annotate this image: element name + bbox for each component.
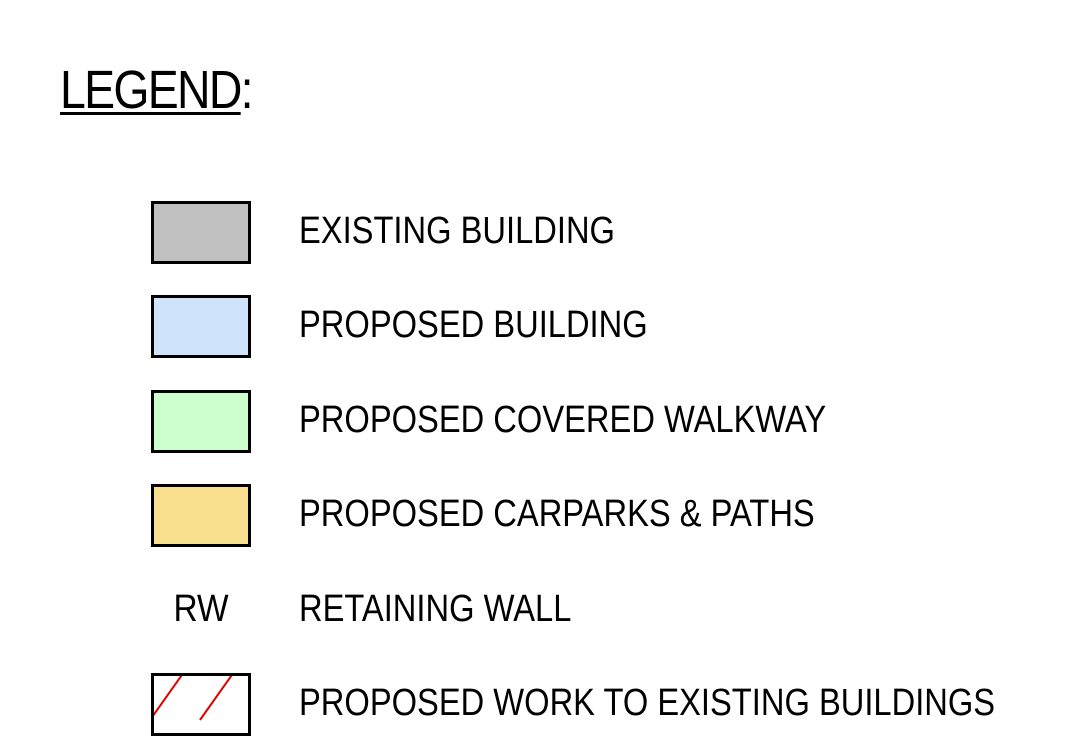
- legend-item-label: PROPOSED COVERED WALKWAY: [299, 399, 827, 441]
- legend-title-text: LEGEND: [60, 60, 242, 120]
- retaining-wall-code: RW: [173, 588, 229, 630]
- legend-item-proposed-carparks-paths: PROPOSED CARPARKS & PATHS: [0, 484, 1073, 547]
- legend-item-proposed-building: PROPOSED BUILDING: [0, 295, 1073, 358]
- legend-item-retaining-wall: RW RETAINING WALL: [0, 579, 1073, 641]
- hatch-line: [154, 676, 183, 717]
- legend-item-existing-building: EXISTING BUILDING: [0, 201, 1073, 264]
- gray-swatch-icon: [151, 201, 251, 264]
- legend-item-proposed-covered-walkway: PROPOSED COVERED WALKWAY: [0, 390, 1073, 453]
- legend-item-label: RETAINING WALL: [299, 588, 572, 630]
- red-hatch-swatch-icon: [151, 673, 251, 736]
- blue-swatch-icon: [151, 295, 251, 358]
- hatch-pattern: [154, 676, 233, 721]
- legend-title-colon: :: [240, 60, 254, 120]
- legend-title: LEGEND:: [60, 58, 254, 122]
- hatch-line: [199, 676, 233, 721]
- legend-item-label: PROPOSED WORK TO EXISTING BUILDINGS: [299, 682, 996, 724]
- legend-item-label: PROPOSED CARPARKS & PATHS: [299, 493, 815, 535]
- legend-item-label: EXISTING BUILDING: [299, 210, 615, 252]
- legend-item-proposed-work-existing-buildings: PROPOSED WORK TO EXISTING BUILDINGS: [0, 673, 1073, 736]
- legend-item-label: PROPOSED BUILDING: [299, 304, 648, 346]
- green-swatch-icon: [151, 390, 251, 453]
- yellow-swatch-icon: [151, 484, 251, 547]
